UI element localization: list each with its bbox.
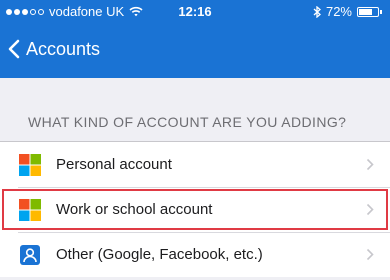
work-or-school-account-label: Work or school account: [56, 201, 213, 218]
chevron-right-icon: [366, 158, 374, 171]
chevron-right-icon: [366, 203, 374, 216]
app-header: vodafone UK 12:16 72% Accounts: [0, 0, 390, 78]
work-or-school-account-row[interactable]: Work or school account: [0, 187, 390, 232]
account-type-list: Personal account Work or school account: [0, 141, 390, 277]
chevron-right-icon: [366, 248, 374, 261]
status-bar: vodafone UK 12:16 72%: [0, 0, 390, 22]
battery-percent: 72%: [325, 4, 352, 19]
other-account-row[interactable]: Other (Google, Facebook, etc.): [0, 232, 390, 277]
bluetooth-icon: [313, 5, 321, 18]
personal-account-label: Personal account: [56, 156, 172, 173]
section-header: WHAT KIND OF ACCOUNT ARE YOU ADDING?: [28, 114, 347, 130]
status-right: 72%: [313, 4, 382, 19]
back-button[interactable]: Accounts: [8, 34, 100, 64]
chevron-left-icon: [8, 39, 20, 59]
microsoft-logo-icon: [18, 153, 42, 177]
back-label: Accounts: [26, 38, 101, 59]
person-icon: [18, 243, 42, 267]
personal-account-row[interactable]: Personal account: [0, 142, 390, 187]
other-account-label: Other (Google, Facebook, etc.): [56, 246, 263, 263]
microsoft-logo-icon: [18, 198, 42, 222]
battery-icon: [357, 6, 382, 17]
